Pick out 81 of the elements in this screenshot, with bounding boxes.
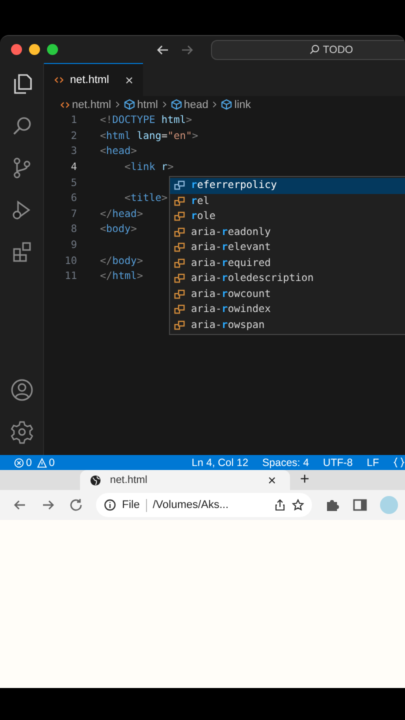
line-number: 3 [70,146,77,158]
property-icon [174,211,185,222]
breadcrumb-item[interactable]: head [184,98,208,110]
line-number: 2 [70,130,77,142]
globe-icon [90,474,101,486]
code-line: <!DOCTYPE html> [100,115,192,126]
info-icon [104,499,116,511]
suggestion-item[interactable]: aria-rowindex [170,302,405,318]
code-line: <body> [100,224,137,236]
breadcrumb-item[interactable]: net.html [72,98,112,110]
code-line: </body> [100,256,143,267]
suggestion-item[interactable]: aria-required [170,256,405,271]
reload-icon[interactable] [68,497,84,513]
suggestion-item[interactable]: role [170,209,405,224]
line-number: 5 [70,178,77,189]
new-tab-button[interactable]: + [296,471,314,489]
error-icon [14,458,24,468]
gear-icon[interactable] [10,420,34,444]
property-icon [174,180,185,192]
line-number: 1 [70,115,77,126]
status-item[interactable]: Spaces: 4 [262,456,309,468]
element-icon [170,99,182,110]
close-window-button[interactable] [11,44,22,55]
breadcrumb-item[interactable]: link [234,98,251,110]
line-number: 9 [70,240,77,252]
line-number: 7 [70,208,77,220]
chevron-icon [160,101,168,108]
suggestion-item[interactable]: referrerpolicy [170,178,405,194]
browser-tab[interactable]: net.html × [80,470,290,490]
property-icon [174,320,185,331]
element-icon [124,99,136,110]
line-number: 10 [64,256,77,267]
chevron-icon [211,101,218,108]
editor-tab[interactable]: net.html × [44,63,144,96]
code-file-icon [60,100,70,110]
suggestion-item[interactable]: aria-rowspan [170,318,405,333]
status-item[interactable]: UTF-8 [322,456,353,468]
code-line: <title> [124,193,168,204]
code-line: </html> [100,271,143,282]
property-icon [174,273,185,284]
code-line: <head> [100,146,137,158]
suggestion-item[interactable]: aria-roledescription [170,271,405,286]
puzzle-icon[interactable] [324,497,340,513]
code-line: <html lang="en"> [100,130,198,142]
error-count[interactable]: 0 [26,456,32,468]
line-number: 6 [70,193,77,204]
property-icon [174,258,185,269]
suggestion-item[interactable]: aria-readonly [170,224,405,240]
warning-count[interactable]: 0 [48,456,55,468]
search-icon [308,44,320,55]
property-icon [174,304,185,316]
code-line: </head> [100,208,143,220]
status-item[interactable]: Ln 4, Col 12 [192,456,248,468]
code-line: <link r> [124,162,174,174]
close-tab-button[interactable]: × [125,72,134,88]
zoom-window-button[interactable] [47,44,58,55]
side-panel-icon[interactable] [352,497,368,513]
account-icon[interactable] [10,378,34,402]
close-tab-button[interactable]: × [268,472,276,488]
code-file-icon [54,75,64,85]
property-icon [174,242,185,254]
warning-icon [36,458,47,468]
address-bar[interactable]: File /Volumes/Aks... [96,493,312,517]
star-icon[interactable] [292,499,304,511]
line-number: 11 [64,271,77,282]
property-icon [174,226,185,238]
line-number: 4 [70,162,77,174]
minimize-window-button[interactable] [29,44,40,55]
suggestion-item[interactable]: rel [170,194,405,209]
command-search-field[interactable]: TODO [211,40,405,60]
share-icon[interactable] [274,499,286,511]
chevron-icon [114,101,122,108]
line-number: 8 [70,224,77,236]
braces-icon[interactable] [393,457,405,468]
suggestion-item[interactable]: aria-relevant [170,240,405,256]
breadcrumb-item[interactable]: html [137,98,158,110]
suggestion-item[interactable]: aria-rowcount [170,286,405,302]
property-icon [174,288,185,300]
status-item[interactable]: LF [366,456,379,468]
property-icon [174,196,185,207]
element-icon [221,99,232,110]
